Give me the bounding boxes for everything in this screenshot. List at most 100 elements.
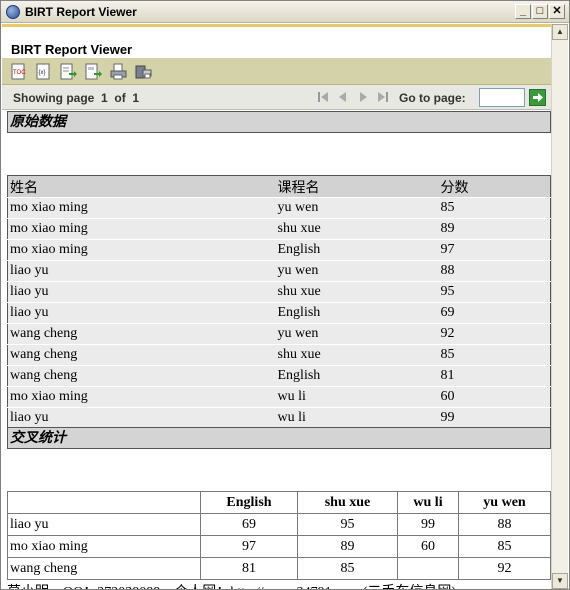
next-page-icon[interactable] — [356, 90, 370, 104]
cell-score: 99 — [438, 407, 551, 429]
table-row: liao yu shu xue 95 — [7, 281, 551, 303]
table-row: wang cheng English 81 — [7, 365, 551, 387]
cross-table-header-row: English shu xue wu li yu wen — [7, 491, 551, 514]
toolbar: TOC {x} — [2, 58, 551, 85]
cell-name: liao yu — [7, 260, 276, 282]
cross-header-shu-xue: shu xue — [297, 491, 398, 514]
column-header-score: 分数 — [438, 175, 551, 198]
scroll-up-icon[interactable]: ▲ — [552, 24, 568, 40]
cell-name: wang cheng — [7, 365, 276, 387]
cell-course: wu li — [275, 407, 439, 429]
raw-data-table: 姓名 课程名 分数 mo xiao ming yu wen 85 mo xiao mi… — [7, 175, 551, 429]
cell-score: 88 — [438, 260, 551, 282]
first-page-icon[interactable] — [316, 90, 330, 104]
cross-cell — [397, 557, 459, 580]
cell-name: wang cheng — [7, 323, 276, 345]
table-row: liao yu wu li 99 — [7, 407, 551, 429]
maximize-button[interactable]: □ — [532, 4, 548, 19]
last-page-icon[interactable] — [376, 90, 390, 104]
cross-cell: 99 — [397, 513, 459, 536]
table-row: liao yu English 69 — [7, 302, 551, 324]
svg-text:TOC: TOC — [13, 70, 26, 76]
cell-name: mo xiao ming — [7, 239, 276, 261]
cross-cell: 89 — [297, 535, 398, 558]
table-row: mo xiao ming wu li 60 — [7, 386, 551, 408]
cell-course: yu wen — [275, 197, 439, 219]
author-footer-text: 莫小明，QQ：272038088，个人网：http://www.24791.co… — [7, 581, 456, 589]
cell-score: 97 — [438, 239, 551, 261]
cell-score: 85 — [438, 344, 551, 366]
arrow-right-icon — [533, 93, 543, 102]
cell-score: 69 — [438, 302, 551, 324]
toc-icon[interactable]: TOC — [10, 63, 27, 80]
parameters-icon[interactable]: {x} — [35, 63, 52, 80]
page-status: Showing page 1 of 1 — [13, 91, 139, 105]
title-bar: BIRT Report Viewer _ □ ✕ — [1, 1, 569, 23]
cell-course: English — [275, 302, 439, 324]
print-server-icon[interactable] — [135, 63, 152, 80]
cross-cell: 85 — [458, 535, 551, 558]
vertical-scrollbar[interactable]: ▲ ▼ — [551, 24, 568, 589]
cross-tab-table: English shu xue wu li yu wen liao yu 69 95… — [7, 491, 551, 580]
cell-score: 60 — [438, 386, 551, 408]
cross-cell: 69 — [200, 513, 298, 536]
table-row: wang cheng shu xue 85 — [7, 344, 551, 366]
total-pages: 1 — [132, 91, 140, 105]
previous-page-icon[interactable] — [336, 90, 350, 104]
cell-score: 81 — [438, 365, 551, 387]
cross-header-english: English — [200, 491, 298, 514]
table-row: wang cheng 81 85 92 — [7, 557, 551, 580]
window-title: BIRT Report Viewer — [25, 4, 137, 19]
cross-header-wu-li: wu li — [397, 491, 459, 514]
cell-course: shu xue — [275, 281, 439, 303]
column-header-course: 课程名 — [275, 175, 439, 198]
cell-score: 89 — [438, 218, 551, 240]
cell-name: mo xiao ming — [7, 197, 276, 219]
table-row: wang cheng yu wen 92 — [7, 323, 551, 345]
cross-cell: 95 — [297, 513, 398, 536]
cross-stat-section-title: 交叉统计 — [7, 427, 551, 449]
cross-row-header: wang cheng — [7, 557, 201, 580]
table-row: mo xiao ming shu xue 89 — [7, 218, 551, 240]
table-row: mo xiao ming English 97 — [7, 239, 551, 261]
cell-course: shu xue — [275, 218, 439, 240]
app-icon — [6, 4, 20, 19]
cross-cell: 60 — [397, 535, 459, 558]
column-header-name: 姓名 — [7, 175, 276, 198]
cross-cell: 92 — [458, 557, 551, 580]
of-label: of — [114, 91, 126, 105]
cross-row-header: mo xiao ming — [7, 535, 201, 558]
cell-course: wu li — [275, 386, 439, 408]
svg-text:{x}: {x} — [39, 70, 46, 76]
table-row: liao yu yu wen 88 — [7, 260, 551, 282]
print-icon[interactable] — [110, 63, 127, 80]
close-button[interactable]: ✕ — [549, 4, 565, 19]
cross-header-corner — [7, 491, 201, 514]
cell-name: liao yu — [7, 302, 276, 324]
cell-course: yu wen — [275, 260, 439, 282]
cell-name: mo xiao ming — [7, 218, 276, 240]
cell-score: 92 — [438, 323, 551, 345]
minimize-button[interactable]: _ — [515, 4, 531, 19]
showing-label: Showing page — [13, 91, 95, 105]
cross-cell: 81 — [200, 557, 298, 580]
goto-page-label: Go to page: — [399, 91, 466, 105]
table-row: mo xiao ming yu wen 85 — [7, 197, 551, 219]
export-report-icon[interactable] — [85, 63, 102, 80]
cross-cell: 97 — [200, 535, 298, 558]
report-content: BIRT Report Viewer TOC {x} Showing page … — [2, 24, 551, 589]
cross-row-header: liao yu — [7, 513, 201, 536]
cell-course: English — [275, 365, 439, 387]
cell-name: mo xiao ming — [7, 386, 276, 408]
cell-score: 85 — [438, 197, 551, 219]
goto-page-button[interactable] — [529, 89, 546, 106]
current-page: 1 — [101, 91, 108, 105]
cross-header-yu-wen: yu wen — [458, 491, 551, 514]
cell-score: 95 — [438, 281, 551, 303]
scroll-down-icon[interactable]: ▼ — [552, 573, 568, 589]
goto-page-input[interactable] — [479, 88, 525, 107]
report-header: BIRT Report Viewer — [2, 24, 551, 57]
export-data-icon[interactable] — [60, 63, 77, 80]
report-title: BIRT Report Viewer — [11, 42, 133, 57]
cross-cell: 88 — [458, 513, 551, 536]
